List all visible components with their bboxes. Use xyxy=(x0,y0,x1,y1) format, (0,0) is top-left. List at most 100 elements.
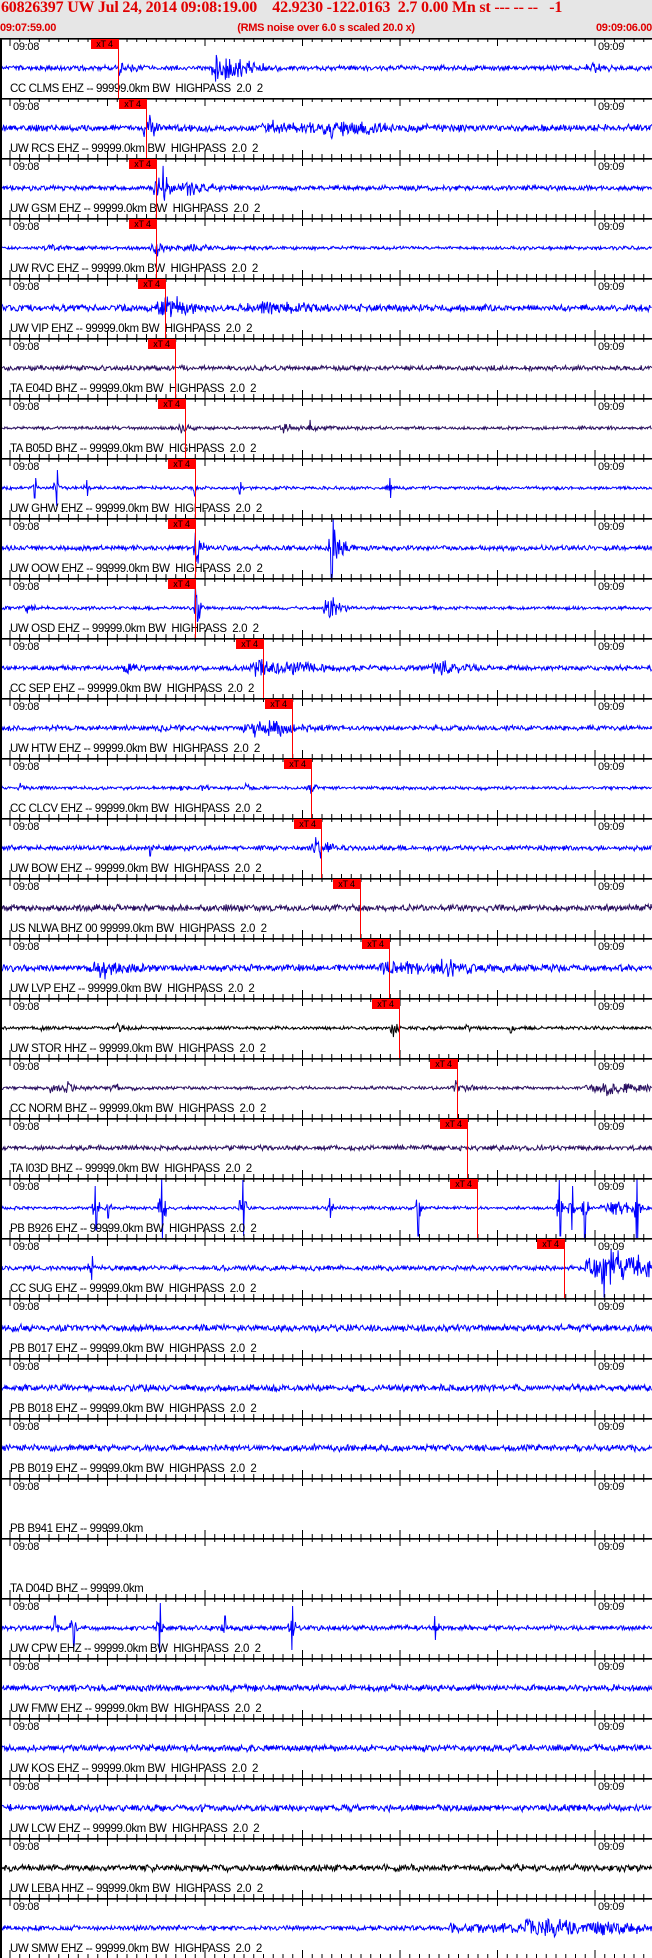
waveform xyxy=(0,1682,652,1694)
station-label: PB B941 EHZ -- 99999.0km xyxy=(10,1523,143,1535)
phase-pick-line[interactable] xyxy=(195,579,197,638)
phase-pick-line[interactable] xyxy=(467,1119,469,1178)
time-label-0909: 09:09 xyxy=(598,701,625,713)
time-label-0908: 09:08 xyxy=(13,1661,40,1673)
time-label-0909: 09:09 xyxy=(598,1301,625,1313)
phase-pick-marker[interactable]: xT 4 xyxy=(91,39,118,49)
phase-pick-marker[interactable]: xT 4 xyxy=(430,1059,457,1069)
phase-pick-marker[interactable]: xT 4 xyxy=(138,279,165,289)
phase-pick-line[interactable] xyxy=(146,99,148,158)
station-label: UW OOW EHZ -- 99999.0km BW HIGHPASS 2.0 … xyxy=(10,563,263,575)
time-label-0909: 09:09 xyxy=(598,1901,625,1913)
phase-pick-marker[interactable]: xT 4 xyxy=(284,759,311,769)
trace-panel: 09:08 09:09 CC NORM BHZ -- 99999.0km BW HI… xyxy=(0,1058,652,1118)
phase-pick-line[interactable] xyxy=(195,519,197,578)
phase-pick-marker[interactable]: xT 4 xyxy=(158,399,185,409)
trace-panel: 09:08 09:09 UW RCS EHZ -- 99999.0km BW HIG… xyxy=(0,98,652,158)
trace-panel: 09:08 09:09 TA B05D BHZ -- 99999.0km BW HI… xyxy=(0,398,652,458)
trace-panel: 09:08 09:09 PB B018 EHZ -- 99999.0km BW HI… xyxy=(0,1358,652,1418)
station-label: UW OSD EHZ -- 99999.0km BW HIGHPASS 2.0 … xyxy=(10,623,259,635)
phase-pick-line[interactable] xyxy=(185,399,187,458)
waveform xyxy=(0,1442,652,1454)
waveform xyxy=(0,1802,652,1814)
time-label-0908: 09:08 xyxy=(13,1541,40,1553)
phase-pick-line[interactable] xyxy=(399,999,401,1058)
event-title: 60826397 UW Jul 24, 2014 09:08:19.00 42.… xyxy=(1,0,563,16)
phase-pick-line[interactable] xyxy=(156,159,158,218)
trace-panel: 09:08 09:09 UW LCW EHZ -- 99999.0km BW HIG… xyxy=(0,1778,652,1838)
phase-pick-marker[interactable]: xT 4 xyxy=(265,699,292,709)
time-label-0908: 09:08 xyxy=(13,1301,40,1313)
station-label: UW FMW EHZ -- 99999.0km BW HIGHPASS 2.0 … xyxy=(10,1703,262,1715)
phase-pick-line[interactable] xyxy=(477,1179,479,1238)
phase-pick-line[interactable] xyxy=(263,639,265,698)
trace-panel: 09:08 09:09 UW SMW EHZ -- 99999.0km BW HIG… xyxy=(0,1898,652,1958)
waveform xyxy=(0,584,652,623)
phase-pick-marker[interactable]: xT 4 xyxy=(440,1119,467,1129)
phase-pick-line[interactable] xyxy=(292,699,294,758)
phase-pick-marker[interactable]: xT 4 xyxy=(148,339,175,349)
time-label-0908: 09:08 xyxy=(13,101,40,113)
phase-pick-marker[interactable]: xT 4 xyxy=(168,579,195,589)
time-label-0908: 09:08 xyxy=(13,221,40,233)
station-label: CC NORM BHZ -- 99999.0km BW HIGHPASS 2.0… xyxy=(10,1103,266,1115)
station-label: UW LVP EHZ -- 99999.0km BW HIGHPASS 2.0 … xyxy=(10,983,255,995)
time-label-0909: 09:09 xyxy=(598,161,625,173)
phase-pick-marker[interactable]: xT 4 xyxy=(537,1239,564,1249)
phase-pick-line[interactable] xyxy=(165,279,167,338)
phase-pick-line[interactable] xyxy=(457,1059,459,1118)
trace-panel: 09:08 09:09 UW GHW EHZ -- 99999.0km BW HIG… xyxy=(0,458,652,518)
phase-pick-line[interactable] xyxy=(175,339,177,398)
waveform xyxy=(0,1382,652,1394)
phase-pick-line[interactable] xyxy=(564,1239,566,1298)
seismogram-stack: 09:08 09:09 CC CLMS EHZ -- 99999.0km BW HI… xyxy=(0,38,652,1958)
phase-pick-line[interactable] xyxy=(321,819,323,878)
trace-panel: 09:08 09:09 UW VIP EHZ -- 99999.0km BW HIG… xyxy=(0,278,652,338)
phase-pick-marker[interactable]: xT 4 xyxy=(362,939,389,949)
trace-panel: 09:08 09:09 TA E04D BHZ -- 99999.0km BW HI… xyxy=(0,338,652,398)
phase-pick-marker[interactable]: xT 4 xyxy=(129,159,156,169)
time-label-0908: 09:08 xyxy=(13,521,40,533)
time-label-0909: 09:09 xyxy=(598,1481,625,1493)
phase-pick-marker[interactable]: xT 4 xyxy=(119,99,146,109)
station-label: UW VIP EHZ -- 99999.0km BW HIGHPASS 2.0 … xyxy=(10,323,253,335)
station-label: TA E04D BHZ -- 99999.0km BW HIGHPASS 2.0… xyxy=(10,383,257,395)
phase-pick-line[interactable] xyxy=(118,39,120,98)
phase-pick-marker[interactable]: xT 4 xyxy=(168,459,195,469)
time-label-0908: 09:08 xyxy=(13,41,40,53)
time-label-0909: 09:09 xyxy=(598,521,625,533)
start-time: 09:07:59.00 xyxy=(0,22,57,34)
time-label-0908: 09:08 xyxy=(13,1721,40,1733)
time-label-0908: 09:08 xyxy=(13,1841,40,1853)
phase-pick-marker[interactable]: xT 4 xyxy=(129,219,156,229)
phase-pick-marker[interactable]: xT 4 xyxy=(372,999,399,1009)
time-label-0909: 09:09 xyxy=(598,341,625,353)
trace-panel: 09:08 09:09 UW LEBA HHZ -- 99999.0km BW HI… xyxy=(0,1838,652,1898)
time-label-0909: 09:09 xyxy=(598,101,625,113)
phase-pick-marker[interactable]: xT 4 xyxy=(236,639,263,649)
scaling-note: (RMS noise over 6.0 s scaled 20.0 x) xyxy=(237,22,415,34)
phase-pick-line[interactable] xyxy=(360,879,362,938)
phase-pick-line[interactable] xyxy=(156,219,158,278)
phase-pick-marker[interactable]: xT 4 xyxy=(333,879,360,889)
phase-pick-line[interactable] xyxy=(195,459,197,518)
trace-panel: 09:08 09:09 UW GSM EHZ -- 99999.0km BW HIG… xyxy=(0,158,652,218)
phase-pick-marker[interactable]: xT 4 xyxy=(294,819,321,829)
time-label-0909: 09:09 xyxy=(598,1061,625,1073)
time-label-0908: 09:08 xyxy=(13,1181,40,1193)
waveform xyxy=(0,1143,652,1153)
trace-panel: 09:08 09:09 US NLWA BHZ 00 99999.0km BW HI… xyxy=(0,878,652,938)
time-label-0908: 09:08 xyxy=(13,1481,40,1493)
phase-pick-line[interactable] xyxy=(311,759,313,818)
waveform xyxy=(0,1080,652,1097)
end-time: 09:09:06.00 xyxy=(595,22,652,34)
phase-pick-marker[interactable]: xT 4 xyxy=(168,519,195,529)
waveform xyxy=(0,1021,652,1038)
phase-pick-line[interactable] xyxy=(389,939,391,998)
station-label: PB B018 EHZ -- 99999.0km BW HIGHPASS 2.0… xyxy=(10,1403,257,1415)
time-label-0908: 09:08 xyxy=(13,821,40,833)
phase-pick-marker[interactable]: xT 4 xyxy=(450,1179,477,1189)
station-label: UW CPW EHZ -- 99999.0km BW HIGHPASS 2.0 … xyxy=(10,1643,261,1655)
waveform xyxy=(0,958,652,980)
trace-panel: 09:08 09:09 UW STOR HHZ -- 99999.0km BW HI… xyxy=(0,998,652,1058)
